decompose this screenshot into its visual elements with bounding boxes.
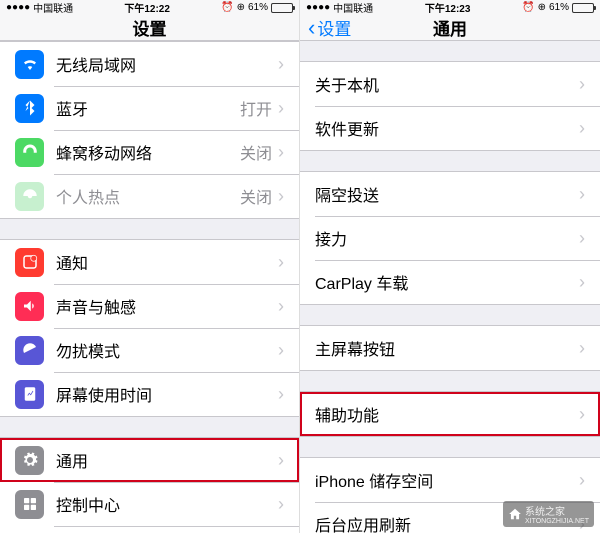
nav-bar: 设置 [0,15,299,41]
signal-icon: ●●●● [306,2,330,13]
row-value: 关闭 [240,140,272,164]
row-label: CarPlay 车载 [315,270,579,294]
row-接力[interactable]: 接力› [300,216,600,260]
row-关于本机[interactable]: 关于本机› [300,62,600,106]
battery-icon [572,3,594,13]
row-隔空投送[interactable]: 隔空投送› [300,172,600,216]
row-label: 通用 [56,448,278,472]
chevron-right-icon: › [278,186,284,207]
row-label: 通知 [56,250,278,274]
time-label: 下午12:22 [124,0,170,15]
row-label: 蓝牙 [56,96,240,120]
row-蜂窝移动网络[interactable]: 蜂窝移动网络关闭 › [0,130,299,174]
nav-bar: ‹设置 通用 [300,15,600,41]
notify-icon [15,248,44,277]
signal-icon: ●●●● [6,2,30,13]
carrier-label: 中国联通 [33,0,73,15]
chevron-right-icon: › [579,404,585,425]
chevron-right-icon: › [278,494,284,515]
chevron-right-icon: › [278,340,284,361]
house-icon [508,507,522,521]
chevron-right-icon: › [579,74,585,95]
row-label: 接力 [315,226,579,250]
screentime-icon [15,380,44,409]
row-屏幕使用时间[interactable]: 屏幕使用时间› [0,372,299,416]
sound-icon [15,292,44,321]
alarm-icon: ⏰ [522,2,534,13]
bluetooth-icon [15,94,44,123]
dnd-icon [15,336,44,365]
chevron-right-icon: › [278,384,284,405]
control-icon [15,490,44,519]
row-value: 关闭 [240,184,272,208]
chevron-right-icon: › [579,338,585,359]
row-勿扰模式[interactable]: 勿扰模式› [0,328,299,372]
row-label: 主屏幕按钮 [315,336,579,360]
row-声音与触感[interactable]: 声音与触感› [0,284,299,328]
chevron-right-icon: › [579,470,585,491]
row-软件更新[interactable]: 软件更新› [300,106,600,150]
nav-title: 设置 [133,15,167,40]
chevron-right-icon: › [278,142,284,163]
row-label: 隔空投送 [315,182,579,206]
general-screen: ●●●●中国联通 下午12:23 ⏰⊕61% ‹设置 通用 关于本机›软件更新›… [300,0,600,533]
watermark: 系统之家XITONGZHIJIA.NET [503,501,594,527]
chevron-right-icon: › [278,98,284,119]
status-bar: ●●●●中国联通 下午12:22 ⏰⊕61% [0,0,299,15]
back-button[interactable]: ‹设置 [308,15,351,41]
row-控制中心[interactable]: 控制中心› [0,482,299,526]
row-个人热点[interactable]: 个人热点关闭 › [0,174,299,218]
row-label: 勿扰模式 [56,338,278,362]
row-label: 软件更新 [315,116,579,140]
row-iPhone 储存空间[interactable]: iPhone 储存空间› [300,458,600,502]
battery-label: 61% [549,2,569,13]
carrier-label: 中国联通 [333,0,373,15]
chevron-right-icon: › [579,184,585,205]
row-无线局域网[interactable]: 无线局域网› [0,42,299,86]
row-label: 无线局域网 [56,52,278,76]
row-label: iPhone 储存空间 [315,468,579,492]
battery-icon [271,3,293,13]
row-label: 个人热点 [56,184,240,208]
row-通知[interactable]: 通知› [0,240,299,284]
row-label: 屏幕使用时间 [56,382,278,406]
time-label: 下午12:23 [425,0,471,15]
wifi-icon [15,50,44,79]
settings-list[interactable]: 无线局域网›蓝牙打开›蜂窝移动网络关闭›个人热点关闭›通知›声音与触感›勿扰模式… [0,41,299,533]
row-显示与亮度[interactable]: AA显示与亮度› [0,526,299,533]
chevron-right-icon: › [278,252,284,273]
settings-screen: ●●●●中国联通 下午12:22 ⏰⊕61% 设置 无线局域网›蓝牙打开›蜂窝移… [0,0,300,533]
nav-title: 通用 [433,15,467,40]
row-label: 蜂窝移动网络 [56,140,240,164]
row-label: 辅助功能 [315,402,579,426]
hotspot-icon [15,182,44,211]
row-主屏幕按钮[interactable]: 主屏幕按钮› [300,326,600,370]
row-label: 声音与触感 [56,294,278,318]
general-list[interactable]: 关于本机›软件更新›隔空投送›接力›CarPlay 车载›主屏幕按钮›辅助功能›… [300,41,600,533]
row-value: 打开 [240,96,272,120]
chevron-right-icon: › [278,296,284,317]
row-辅助功能[interactable]: 辅助功能› [300,392,600,436]
row-label: 关于本机 [315,72,579,96]
chevron-right-icon: › [278,54,284,75]
cellular-icon [15,138,44,167]
row-CarPlay 车载[interactable]: CarPlay 车载› [300,260,600,304]
status-bar: ●●●●中国联通 下午12:23 ⏰⊕61% [300,0,600,15]
chevron-right-icon: › [579,228,585,249]
row-蓝牙[interactable]: 蓝牙打开 › [0,86,299,130]
battery-label: 61% [248,2,268,13]
alarm-icon: ⏰ [221,2,233,13]
row-label: 控制中心 [56,492,278,516]
chevron-right-icon: › [579,272,585,293]
general-icon [15,446,44,475]
chevron-right-icon: › [579,118,585,139]
row-通用[interactable]: 通用› [0,438,299,482]
chevron-left-icon: ‹ [308,15,315,41]
chevron-right-icon: › [278,450,284,471]
